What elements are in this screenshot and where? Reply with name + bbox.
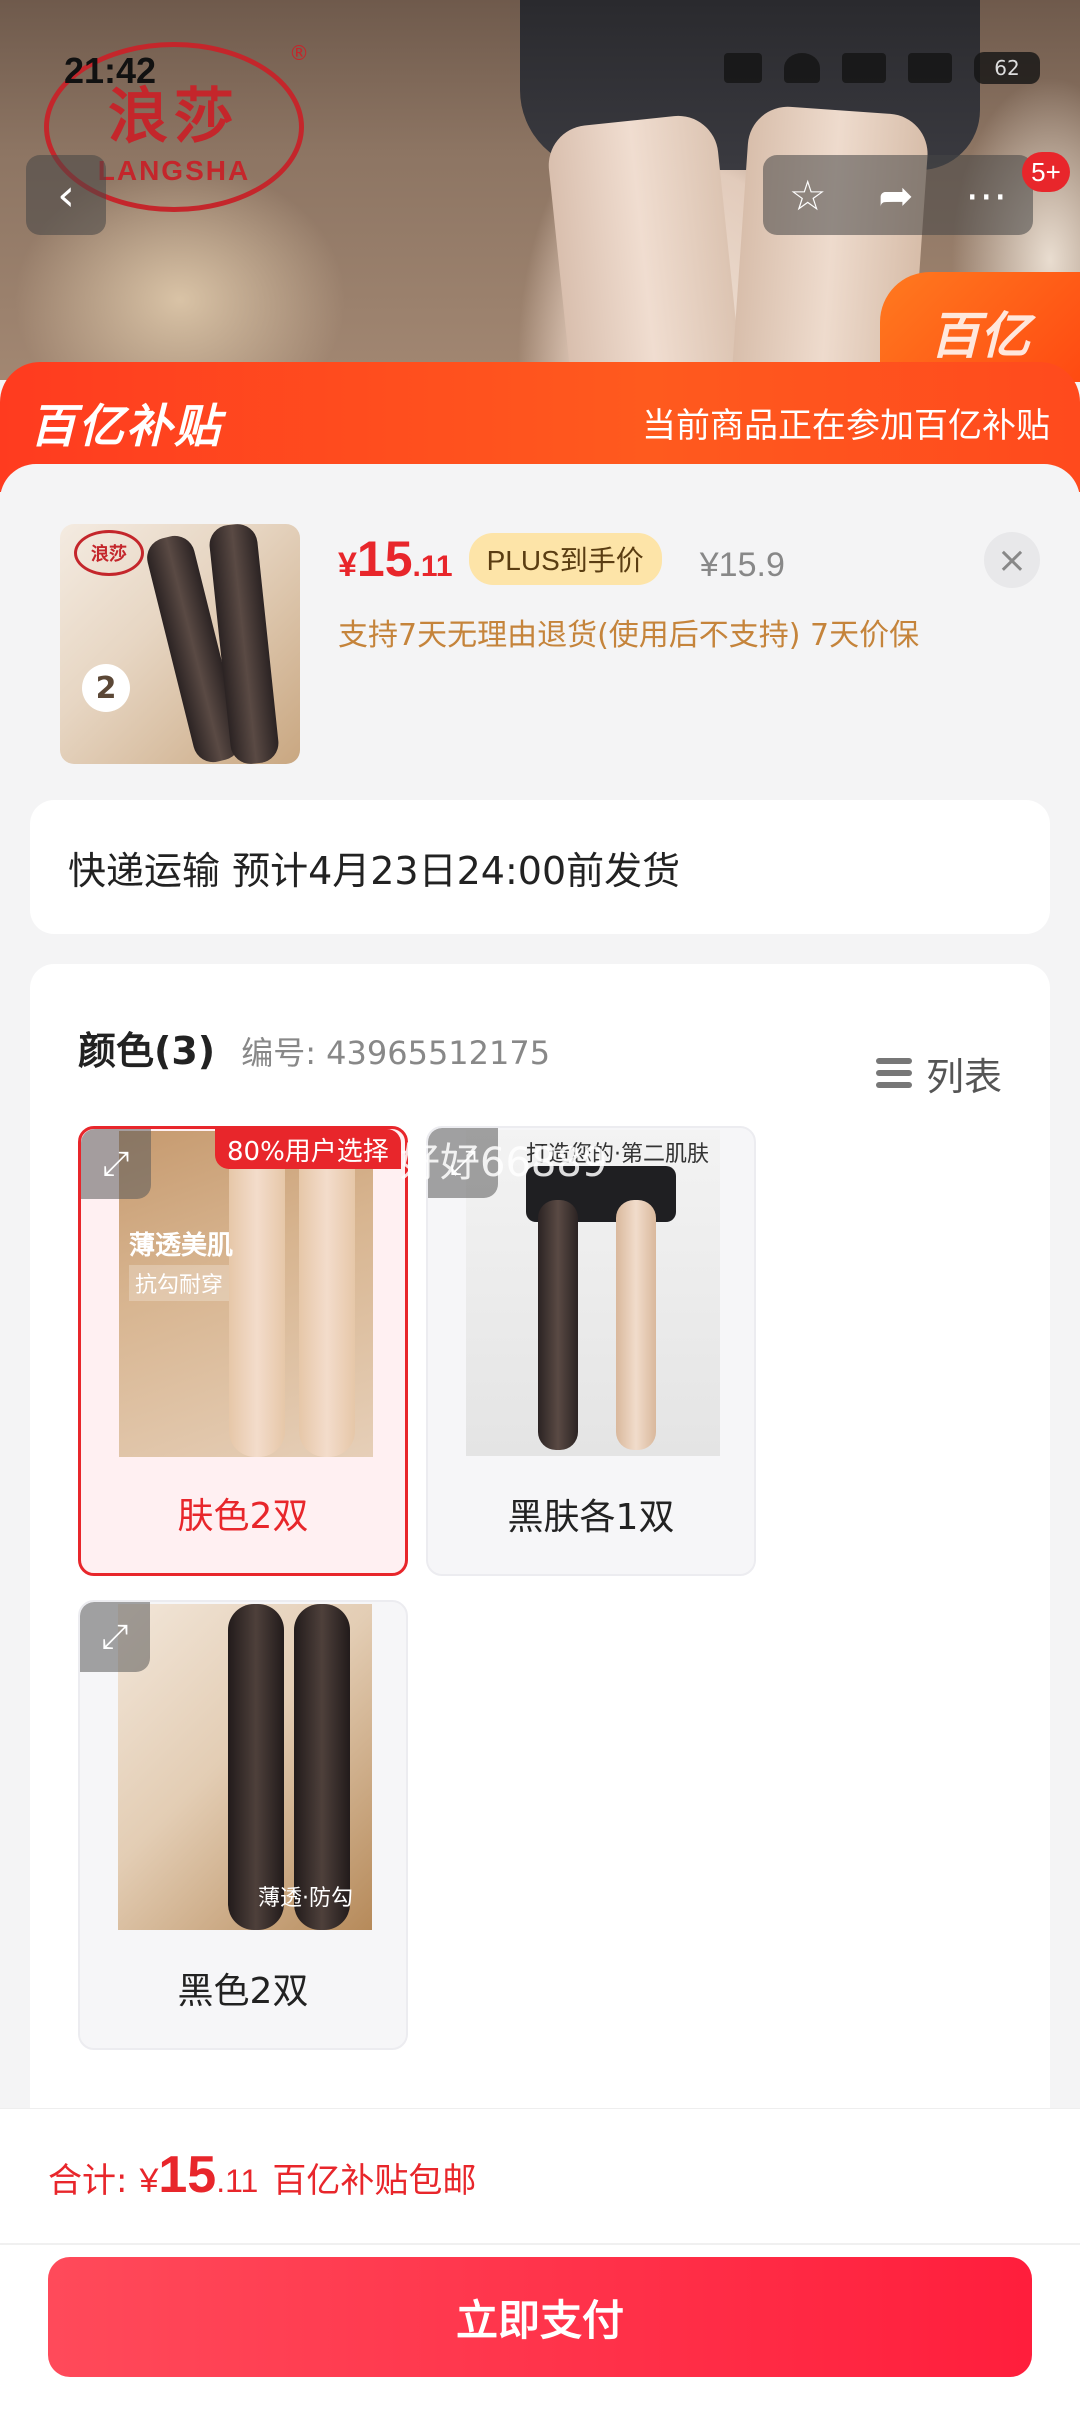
- option-leg: [299, 1131, 355, 1457]
- status-time: 21:42: [64, 50, 157, 91]
- color-option-black-2-pairs[interactable]: 薄透·防勾 ⤢ 黑色2双: [78, 1600, 408, 2050]
- current-price: ¥15.11: [338, 530, 453, 588]
- signal-icon: [724, 53, 762, 83]
- footer-divider: [0, 2243, 1080, 2245]
- checkout-footer: 合计: ¥ 15 .11 百亿补贴包邮 立即支付: [0, 2108, 1080, 2412]
- popular-badge: 80%用户选择: [215, 1129, 401, 1169]
- option-leg: [229, 1131, 285, 1457]
- cart-count-badge: 5+: [1022, 152, 1070, 192]
- expand-icon[interactable]: ⤢: [81, 1129, 151, 1199]
- shipping-note: 百亿补贴包邮: [272, 2161, 477, 2201]
- thumb-pair-count: 2: [82, 664, 130, 712]
- star-icon[interactable]: ☆: [789, 171, 827, 220]
- status-icons: 62: [724, 48, 1040, 88]
- list-label: 列表: [925, 1054, 1002, 1099]
- total-decimal: .11: [216, 2163, 259, 2199]
- shipping-text: 快递运输 预计4月23日24:00前发货: [68, 848, 681, 893]
- shipping-card: 快递运输 预计4月23日24:00前发货: [30, 800, 1050, 934]
- total-integer: 15: [158, 2146, 217, 2204]
- brand-name-en: LANGSHA: [97, 154, 251, 186]
- pay-now-button[interactable]: 立即支付: [48, 2257, 1032, 2377]
- plus-price-tag: PLUS到手价: [468, 533, 662, 585]
- option-image-caption: 薄透美肌: [129, 1231, 234, 1261]
- original-price: ¥15.9: [699, 546, 785, 584]
- color-option-nude-2-pairs[interactable]: 薄透美肌 抗勾耐穿 ⤢ 80%用户选择 肤色2双: [78, 1126, 408, 1576]
- product-thumbnail[interactable]: 浪莎 2: [60, 524, 300, 764]
- option-leg-black: [538, 1200, 578, 1450]
- price-integer: 15: [356, 531, 413, 587]
- total-label: 合计:: [48, 2161, 128, 2201]
- option-leg-nude: [616, 1200, 656, 1450]
- cell-signal-icon: [842, 53, 886, 83]
- sku-number: 编号: 43965512175: [241, 1034, 551, 1072]
- battery-icon: 62: [974, 52, 1040, 84]
- list-icon: [875, 1058, 912, 1088]
- option-image: 薄透·防勾: [118, 1604, 372, 1930]
- chevron-left-icon: ‹: [57, 169, 75, 221]
- wifi-icon: [784, 53, 820, 83]
- more-icon[interactable]: ⋯: [965, 171, 1007, 220]
- option-label: 黑肤各1双: [507, 1497, 675, 1538]
- option-image-subcaption: 抗勾耐穿: [129, 1265, 230, 1301]
- back-button[interactable]: ‹: [26, 155, 106, 235]
- close-icon: ×: [996, 539, 1028, 581]
- option-image: 薄透美肌 抗勾耐穿: [119, 1131, 373, 1457]
- option-label: 黑色2双: [177, 1971, 309, 2012]
- color-option-black-nude-1-each[interactable]: 打造您的·第二肌肤 ⤢ 黑肤各1双: [426, 1126, 756, 1576]
- close-button[interactable]: ×: [984, 532, 1040, 588]
- registered-mark: ®: [289, 41, 309, 65]
- watermark-text: 好好66889: [400, 1140, 608, 1186]
- price-currency: ¥: [338, 546, 357, 584]
- expand-icon[interactable]: ⤢: [80, 1602, 150, 1672]
- top-actions: ☆ ➦ ⋯: [763, 155, 1033, 235]
- option-image-caption: 薄透·防勾: [258, 1886, 353, 1911]
- product-header: 浪莎 2 ¥15.11 PLUS到手价 ¥15.9 × 支持7天无理由退货(使用…: [60, 524, 1040, 764]
- price-line: ¥15.11 PLUS到手价 ¥15.9: [338, 530, 785, 591]
- total-row: 合计: ¥ 15 .11 百亿补贴包邮: [48, 2145, 476, 2205]
- thumb-brand-logo: 浪莎: [74, 530, 144, 576]
- guarantee-text: 支持7天无理由退货(使用后不支持) 7天价保: [338, 618, 920, 653]
- price-decimal: .11: [412, 550, 453, 583]
- total-currency: ¥: [139, 2162, 159, 2200]
- option-label: 肤色2双: [177, 1496, 309, 1537]
- cell-signal-2-icon: [908, 53, 952, 83]
- list-view-toggle[interactable]: 列表: [875, 1046, 1002, 1101]
- share-icon[interactable]: ➦: [878, 171, 913, 220]
- color-title: 颜色(3): [78, 1029, 216, 1073]
- color-header: 颜色(3) 编号: 43965512175 列表: [78, 1020, 1002, 1101]
